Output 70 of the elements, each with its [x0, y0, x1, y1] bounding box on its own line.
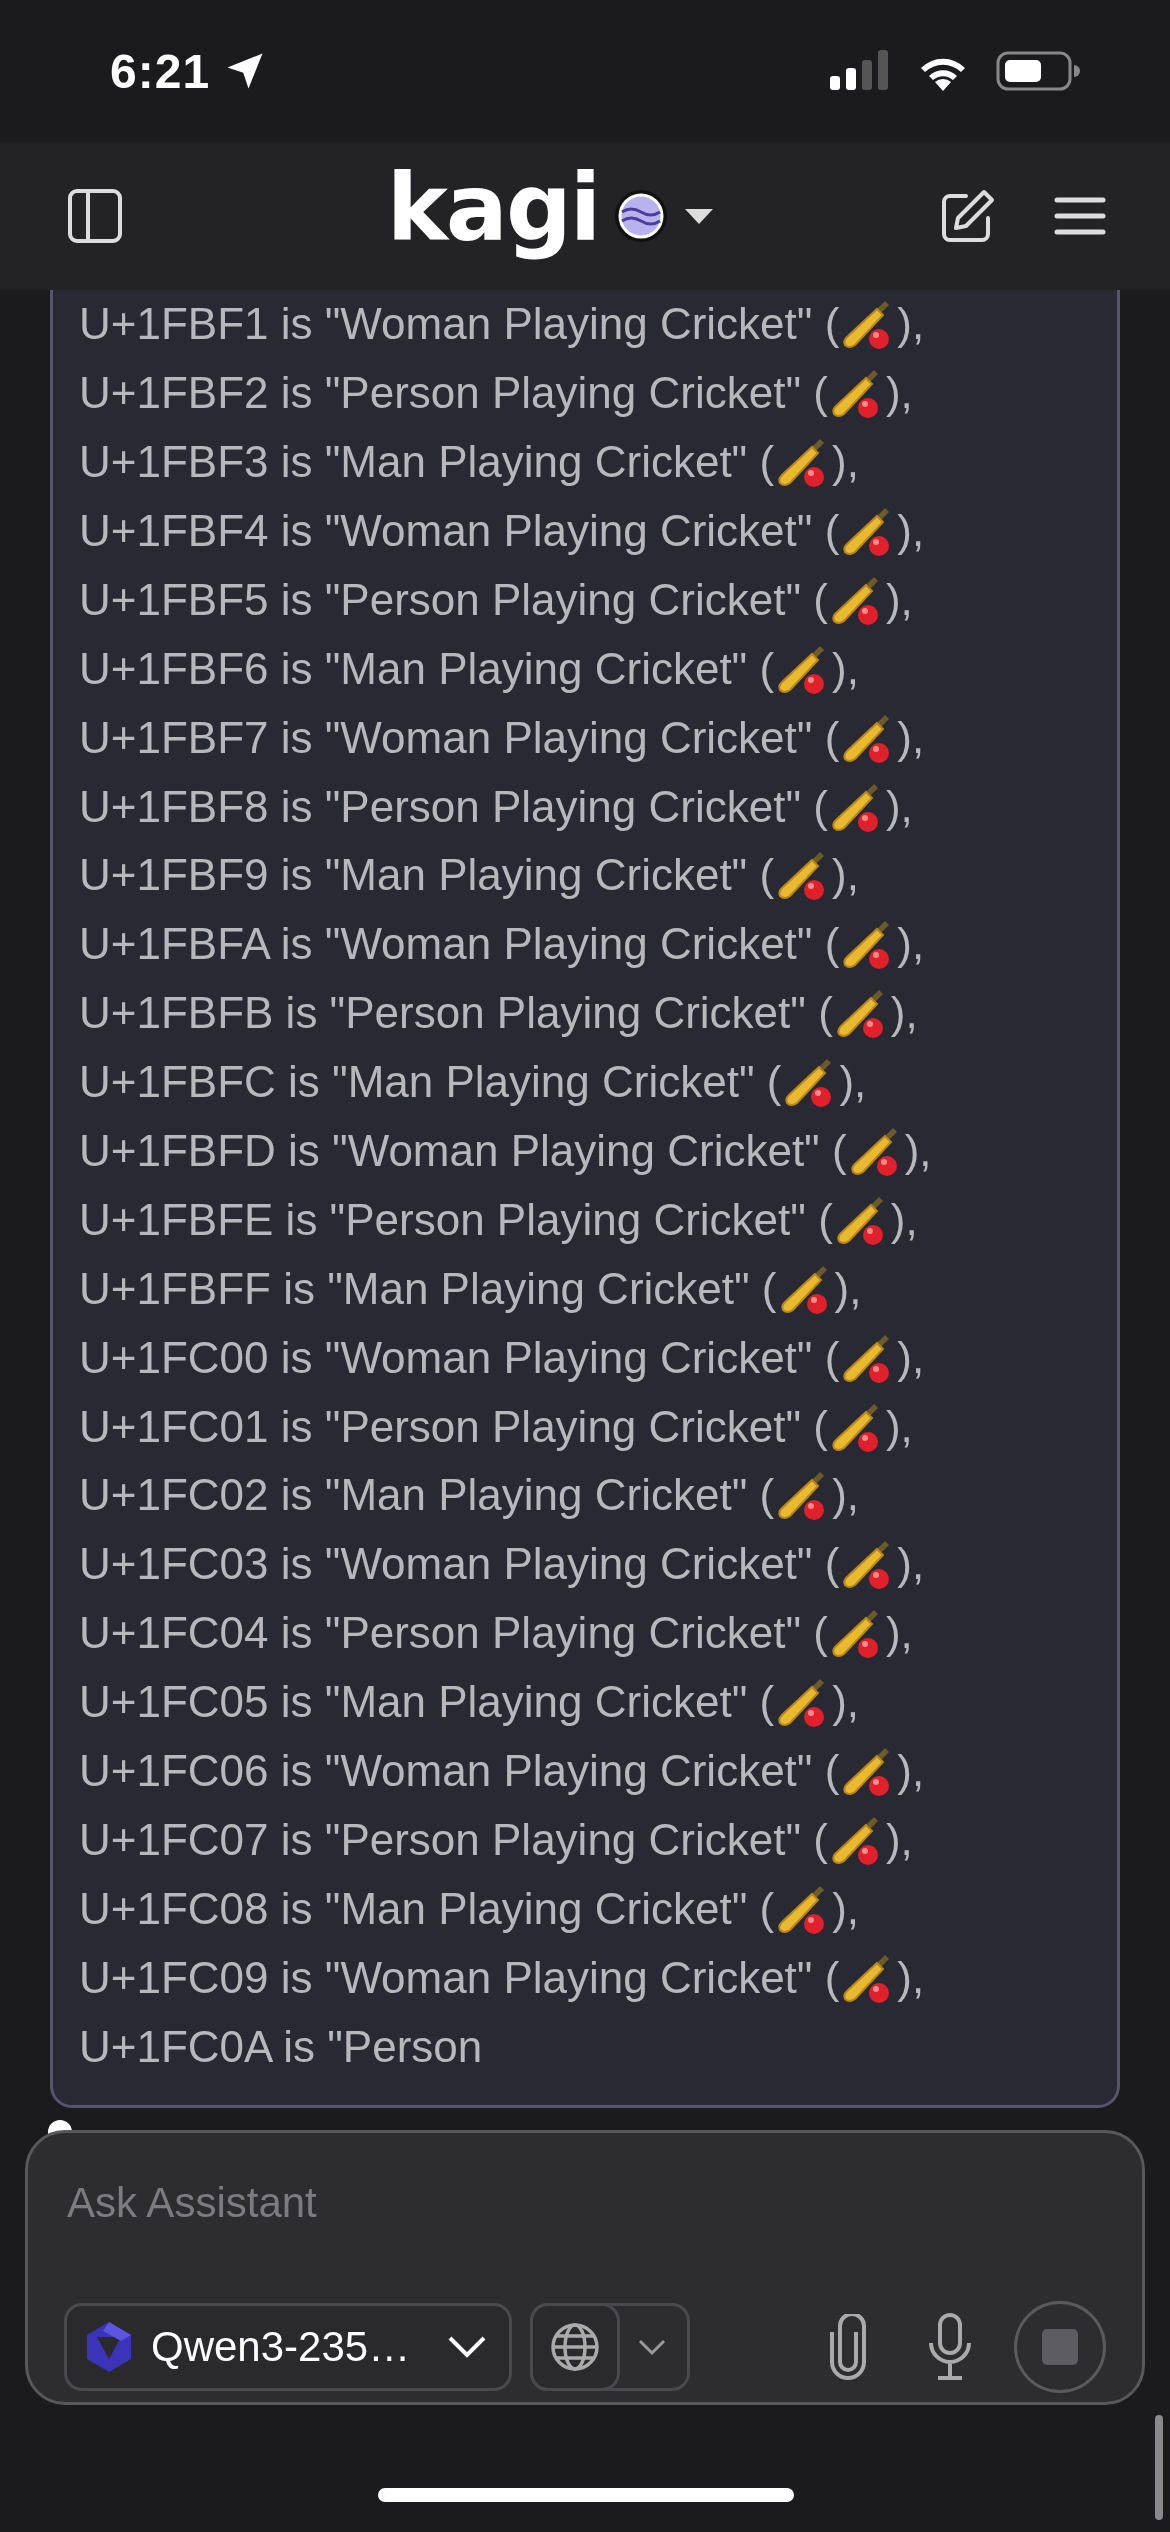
- microphone-icon[interactable]: [928, 2313, 972, 2381]
- message-text: U+1FBF5 is "Person Playing Cricket" (: [79, 574, 828, 625]
- message-text: ),: [839, 1057, 867, 1108]
- web-search-button[interactable]: [530, 2303, 620, 2391]
- message-text: ),: [832, 437, 859, 488]
- message-text: ),: [834, 1263, 862, 1314]
- edit-icon[interactable]: [940, 188, 996, 244]
- battery-icon: [996, 51, 1080, 91]
- message-text: U+1FC0A is "Person: [79, 2021, 483, 2072]
- message-text: ),: [890, 988, 918, 1039]
- message-text: U+1FBFE is "Person Playing Cricket" (: [79, 1194, 833, 1245]
- message-text: ),: [832, 1677, 860, 1728]
- message-text: U+1FBF9 is "Man Playing Cricket" (: [79, 850, 775, 901]
- message-text: ),: [885, 781, 913, 832]
- message-text: ),: [897, 919, 925, 970]
- message-text: U+1FBF2 is "Person Playing Cricket" (: [79, 368, 828, 419]
- message-text: ),: [885, 1608, 913, 1659]
- status-time: 6:21: [110, 43, 211, 99]
- message-text: U+1FBFD is "Woman Playing Cricket" (: [79, 1125, 847, 1176]
- message-text: U+1FC07 is "Person Playing Cricket" (: [79, 1814, 828, 1865]
- message-text: U+1FBFB is "Person Playing Cricket" (: [79, 988, 833, 1039]
- signal-icon: [830, 50, 890, 92]
- message-text: ),: [897, 299, 925, 350]
- message-text: ),: [897, 1952, 925, 2003]
- message-text: U+1FC04 is "Person Playing Cricket" (: [79, 1608, 828, 1659]
- message-text: U+1FC03 is "Woman Playing Cricket" (: [79, 1539, 840, 1590]
- message-text: U+1FC00 is "Woman Playing Cricket" (: [79, 1332, 840, 1383]
- message-text: U+1FBFA is "Woman Playing Cricket" (: [79, 919, 840, 970]
- message-text: ),: [897, 505, 925, 556]
- message-text: ),: [832, 1883, 860, 1934]
- message-text: U+1FC05 is "Man Playing Cricket" (: [79, 1677, 775, 1728]
- message-text: ),: [897, 1746, 925, 1796]
- message-text: U+1FC08 is "Man Playing Cricket" (: [79, 1883, 775, 1934]
- message-text: ),: [897, 1332, 925, 1383]
- scrollbar[interactable]: [1155, 2415, 1163, 2520]
- message-text: U+1FC09 is "Woman Playing Cricket" (: [79, 1952, 840, 2003]
- ask-assistant-field[interactable]: Ask Assistant Qwen3-235…: [25, 2130, 1145, 2405]
- message-text: ),: [832, 643, 859, 694]
- message-text: U+1FBF6 is "Man Playing Cricket" (: [79, 643, 775, 694]
- chevron-down-icon: [637, 2338, 667, 2356]
- message-text: ),: [885, 1814, 913, 1865]
- message-text: ),: [904, 1125, 932, 1176]
- globe-icon: [550, 2322, 600, 2372]
- message-text: ),: [832, 1470, 860, 1521]
- model-selector[interactable]: Qwen3-235…: [64, 2303, 512, 2391]
- stop-icon: [1042, 2329, 1078, 2365]
- message-text: U+1FBF7 is "Woman Playing Cricket" (: [79, 712, 840, 763]
- chevron-down-icon: [447, 2335, 487, 2359]
- planet-icon[interactable]: [613, 188, 670, 244]
- message-text: U+1FBF8 is "Person Playing Cricket" (: [79, 781, 828, 832]
- message-text: ),: [885, 574, 913, 625]
- caret-icon[interactable]: [683, 206, 716, 226]
- kagi-logo: kagi: [386, 163, 600, 264]
- message-text: U+1FBF4 is "Woman Playing Cricket" (: [79, 505, 840, 556]
- message-text: U+1FBF3 is "Man Playing Cricket" (: [79, 437, 775, 488]
- message-text: ),: [890, 1194, 918, 1245]
- message-text: U+1FC06 is "Woman Playing Cricket" (: [79, 1746, 840, 1796]
- message-text: U+1FC01 is "Person Playing Cricket" (: [79, 1401, 828, 1452]
- message-text: ),: [885, 1401, 913, 1452]
- message-text: ),: [897, 712, 925, 763]
- message-text: ),: [832, 850, 859, 901]
- sidebar-toggle-icon[interactable]: [68, 189, 122, 243]
- message-text: ),: [897, 1539, 925, 1590]
- message-text: U+1FBFF is "Man Playing Cricket" (: [79, 1263, 777, 1314]
- message-text: ),: [885, 368, 913, 419]
- menu-icon[interactable]: [1054, 196, 1106, 236]
- message-text: U+1FBFC is "Man Playing Cricket" (: [79, 1057, 782, 1108]
- message-text: U+1FC02 is "Man Playing Cricket" (: [79, 1470, 775, 1521]
- paperclip-icon[interactable]: [830, 2314, 866, 2380]
- message-text: U+1FBF1 is "Woman Playing Cricket" (: [79, 299, 840, 350]
